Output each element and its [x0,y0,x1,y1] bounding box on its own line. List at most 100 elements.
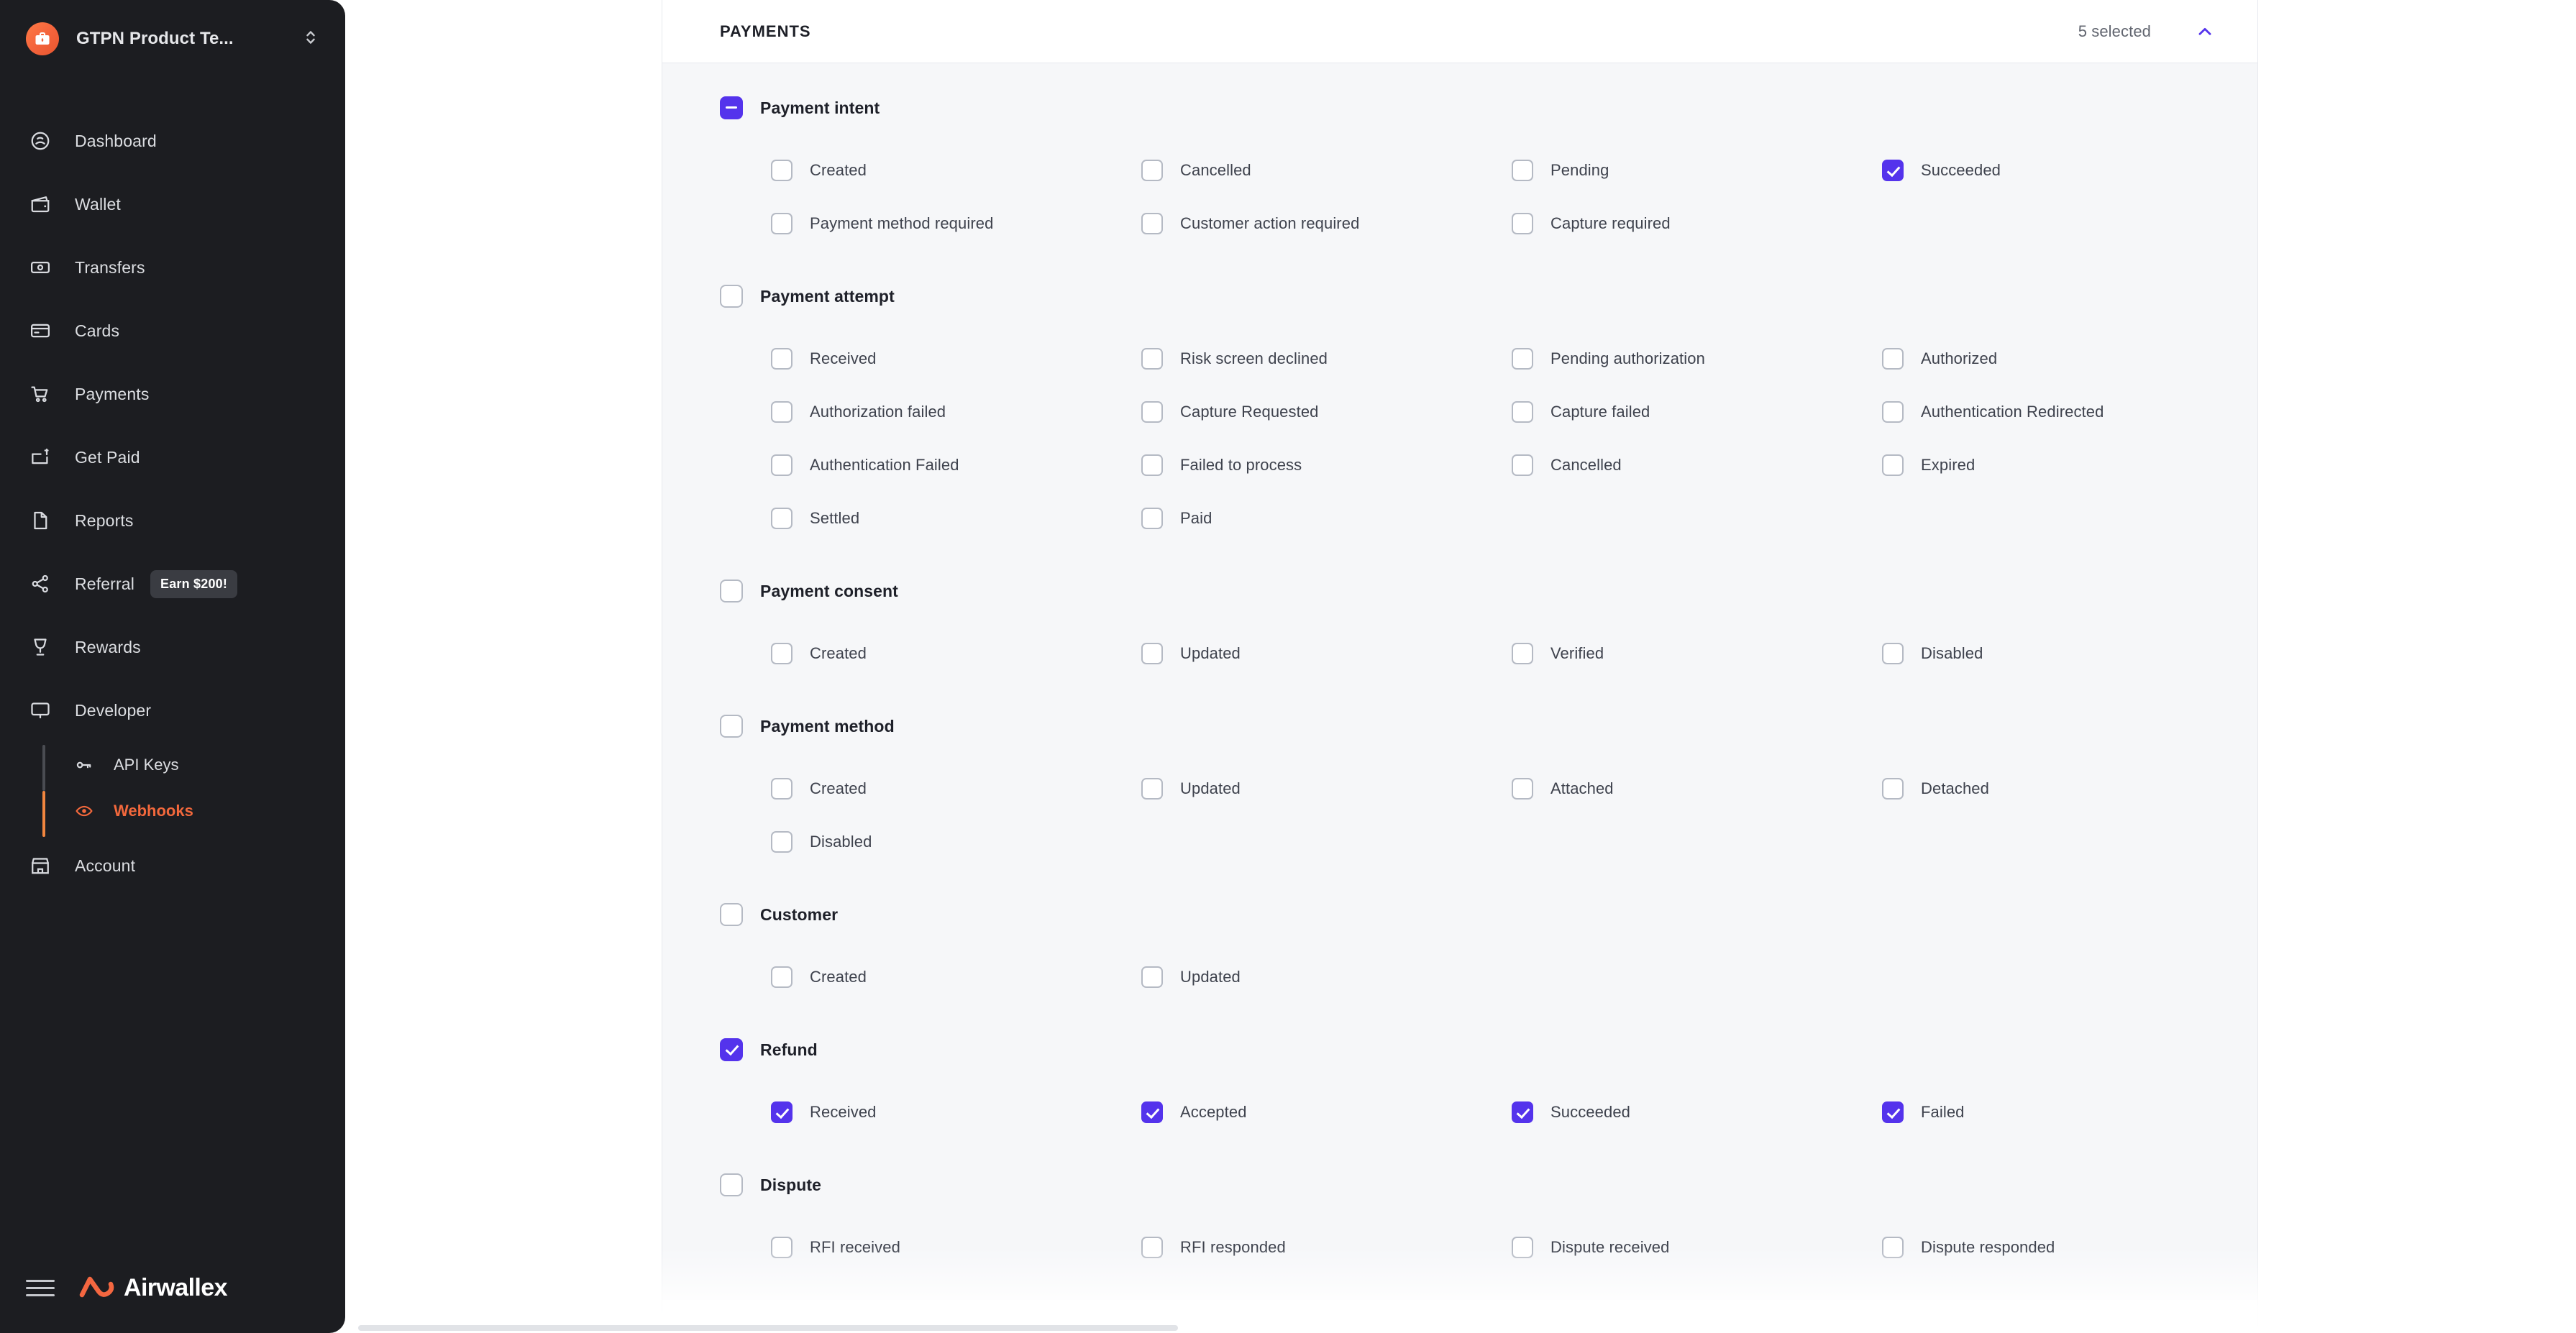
option-checkbox[interactable] [1512,643,1533,664]
option-risk-screen-declined[interactable]: Risk screen declined [1141,332,1512,385]
group-checkbox[interactable] [720,715,743,738]
sidebar-item-get-paid[interactable]: Get Paid [0,426,345,489]
option-pending-authorization[interactable]: Pending authorization [1512,332,1882,385]
option-dispute-responded[interactable]: Dispute responded [1882,1221,2252,1274]
option-authentication-redirected[interactable]: Authentication Redirected [1882,385,2252,439]
option-checkbox[interactable] [1141,213,1163,234]
horizontal-scrollbar-thumb[interactable] [358,1325,1178,1331]
sidebar-item-webhooks[interactable]: Webhooks [43,788,345,834]
option-checkbox[interactable] [1141,401,1163,423]
option-pending[interactable]: Pending [1512,144,1882,197]
option-created[interactable]: Created [771,627,1141,680]
option-checkbox[interactable] [771,778,793,800]
option-checkbox[interactable] [1141,454,1163,476]
option-checkbox[interactable] [1512,1237,1533,1258]
option-updated[interactable]: Updated [1141,762,1512,815]
hamburger-icon[interactable] [26,1279,55,1296]
sidebar-item-referral[interactable]: Referral Earn $200! [0,552,345,615]
option-payment-method-required[interactable]: Payment method required [771,197,1141,250]
option-capture-required[interactable]: Capture required [1512,197,1882,250]
option-failed[interactable]: Failed [1882,1086,2252,1139]
group-checkbox[interactable] [720,96,743,119]
option-checkbox[interactable] [1141,643,1163,664]
sidebar-item-dashboard[interactable]: Dashboard [0,109,345,173]
group-checkbox[interactable] [720,580,743,603]
group-checkbox[interactable] [720,1038,743,1061]
option-checkbox[interactable] [771,348,793,370]
option-authorized[interactable]: Authorized [1882,332,2252,385]
sidebar-item-rewards[interactable]: Rewards [0,615,345,679]
group-toggle-dispute[interactable]: Dispute [662,1165,2257,1205]
option-dispute-received[interactable]: Dispute received [1512,1221,1882,1274]
chevron-up-down-icon[interactable] [303,28,318,50]
option-rfi-received[interactable]: RFI received [771,1221,1141,1274]
option-checkbox[interactable] [1512,401,1533,423]
option-checkbox[interactable] [1141,160,1163,181]
option-checkbox[interactable] [1141,1237,1163,1258]
sidebar-item-developer[interactable]: Developer [0,679,345,742]
option-customer-action-required[interactable]: Customer action required [1141,197,1512,250]
sidebar-item-transfers[interactable]: Transfers [0,236,345,299]
option-checkbox[interactable] [1882,1237,1904,1258]
option-checkbox[interactable] [1512,213,1533,234]
option-checkbox[interactable] [771,508,793,529]
option-created[interactable]: Created [771,762,1141,815]
option-verified[interactable]: Verified [1512,627,1882,680]
option-checkbox[interactable] [1882,643,1904,664]
option-checkbox[interactable] [771,213,793,234]
option-succeeded[interactable]: Succeeded [1882,144,2252,197]
option-checkbox[interactable] [1882,348,1904,370]
option-received[interactable]: Received [771,332,1141,385]
option-checkbox[interactable] [771,643,793,664]
option-created[interactable]: Created [771,144,1141,197]
option-checkbox[interactable] [771,966,793,988]
option-checkbox[interactable] [1882,778,1904,800]
option-capture-failed[interactable]: Capture failed [1512,385,1882,439]
group-checkbox[interactable] [720,285,743,308]
option-checkbox[interactable] [1141,348,1163,370]
option-checkbox[interactable] [1882,1101,1904,1123]
option-received[interactable]: Received [771,1086,1141,1139]
horizontal-scrollbar[interactable] [345,1323,2576,1333]
option-checkbox[interactable] [1512,454,1533,476]
option-checkbox[interactable] [1882,454,1904,476]
option-failed-to-process[interactable]: Failed to process [1141,439,1512,492]
option-checkbox[interactable] [771,1237,793,1258]
sidebar-item-wallet[interactable]: Wallet [0,173,345,236]
sidebar-item-reports[interactable]: Reports [0,489,345,552]
option-authorization-failed[interactable]: Authorization failed [771,385,1141,439]
option-checkbox[interactable] [1882,401,1904,423]
option-checkbox[interactable] [771,1101,793,1123]
group-toggle-payment-method[interactable]: Payment method [662,706,2257,746]
sidebar-item-account[interactable]: Account [0,834,345,897]
payments-panel-header[interactable]: PAYMENTS 5 selected [662,0,2257,63]
option-updated[interactable]: Updated [1141,950,1512,1004]
group-toggle-payment-consent[interactable]: Payment consent [662,571,2257,611]
option-created[interactable]: Created [771,950,1141,1004]
option-checkbox[interactable] [1882,160,1904,181]
group-checkbox[interactable] [720,903,743,926]
option-succeeded[interactable]: Succeeded [1512,1086,1882,1139]
option-detached[interactable]: Detached [1882,762,2252,815]
option-expired[interactable]: Expired [1882,439,2252,492]
option-authentication-failed[interactable]: Authentication Failed [771,439,1141,492]
group-toggle-refund[interactable]: Refund [662,1030,2257,1070]
option-disabled[interactable]: Disabled [771,815,1141,869]
option-paid[interactable]: Paid [1141,492,1512,545]
option-cancelled[interactable]: Cancelled [1141,144,1512,197]
option-rfi-responded[interactable]: RFI responded [1141,1221,1512,1274]
option-attached[interactable]: Attached [1512,762,1882,815]
org-switcher[interactable]: GTPN Product Te... [0,0,345,78]
chevron-up-icon[interactable] [2194,21,2216,42]
option-accepted[interactable]: Accepted [1141,1086,1512,1139]
option-disabled[interactable]: Disabled [1882,627,2252,680]
sidebar-item-api-keys[interactable]: API Keys [43,742,345,788]
option-checkbox[interactable] [1141,778,1163,800]
group-toggle-customer[interactable]: Customer [662,894,2257,935]
option-cancelled[interactable]: Cancelled [1512,439,1882,492]
option-checkbox[interactable] [1141,966,1163,988]
group-checkbox[interactable] [720,1173,743,1196]
sidebar-item-cards[interactable]: Cards [0,299,345,362]
option-checkbox[interactable] [1141,508,1163,529]
option-checkbox[interactable] [771,401,793,423]
